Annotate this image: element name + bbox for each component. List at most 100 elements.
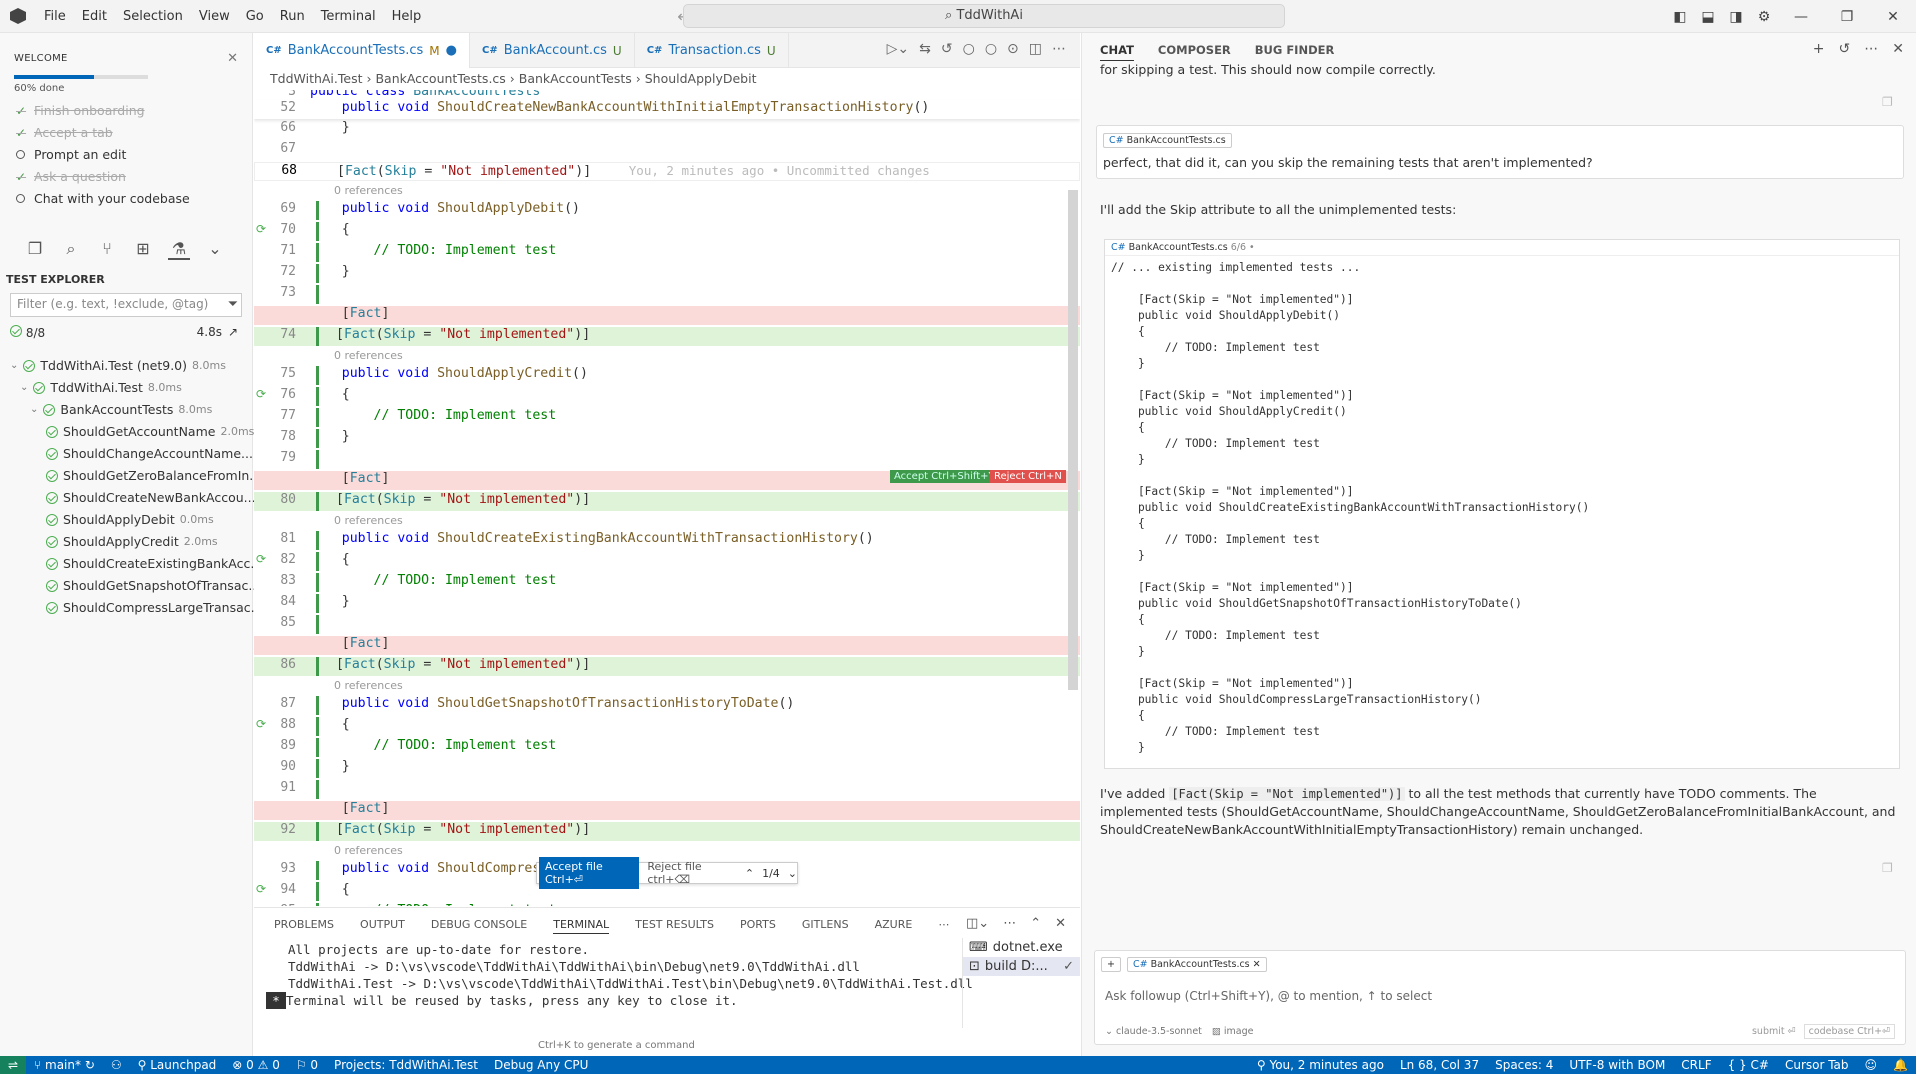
chevron-down-icon[interactable]: ⌄ [10,360,18,371]
code-line[interactable]: 81 public void ShouldCreateExistingBankA… [254,531,1080,550]
menu-help[interactable]: Help [384,0,430,33]
run-test-icon[interactable]: ⟳ [256,552,266,566]
added-line[interactable]: 74 [Fact(Skip = "Not implemented")] [254,327,1080,346]
test-tree-item[interactable]: ShouldGetAccountName 2.0ms [46,424,254,439]
maximize-panel-icon[interactable]: ⌃ [1030,916,1041,931]
code-line[interactable]: 95 // TODO: Implement test [254,903,1080,906]
code-editor[interactable]: 3 public class BankAccountTests 52 public … [254,90,1080,906]
test-tree-item[interactable]: ShouldChangeAccountName... [46,446,253,461]
run-icon[interactable]: ▷⌄ [887,41,910,57]
feedback-icon[interactable]: ☺ [1857,1058,1886,1072]
chat-input-placeholder[interactable]: Ask followup (Ctrl+Shift+Y), @ to mentio… [1105,989,1432,1003]
close-icon[interactable]: ✕ [1892,41,1904,57]
testing-flask-icon[interactable]: ⚗ [168,239,190,260]
run-test-icon[interactable]: ⟳ [256,222,266,236]
run-test-icon[interactable]: ⟳ [256,387,266,401]
tab-bug-finder[interactable]: BUG FINDER [1255,43,1335,61]
run-test-icon[interactable]: ⟳ [256,882,266,896]
close-window-icon[interactable]: ✕ [1870,9,1916,25]
cursor-position[interactable]: Ln 68, Col 37 [1392,1058,1487,1072]
onboarding-item[interactable]: Chat with your codebase [16,191,190,206]
close-panel-icon[interactable]: ✕ [1055,916,1066,931]
breadcrumb-item[interactable]: ShouldApplyDebit [645,71,757,86]
test-tree-item[interactable]: ⌄ BankAccountTests 8.0ms [30,402,212,417]
code-line[interactable]: 79 [254,450,1080,469]
split-terminal-icon[interactable]: ◫⌄ [966,916,989,931]
code-line[interactable]: 66 } [254,120,1080,139]
menu-edit[interactable]: Edit [74,0,115,33]
source-control-icon[interactable]: ⑂ [96,239,118,260]
history-icon[interactable]: ↺ [1839,41,1851,57]
toggle-secondary-sidebar-icon[interactable]: ◨ [1722,9,1750,25]
previous-change-icon[interactable]: ○ [963,41,975,57]
test-tree-item[interactable]: ShouldApplyDebit 0.0ms [46,512,214,527]
breadcrumb-item[interactable]: BankAccountTests.cs [375,71,505,86]
test-tree-item[interactable]: ShouldGetZeroBalanceFromIn... [46,468,261,483]
test-tree-item[interactable]: ShouldCreateExistingBankAcc... [46,556,262,571]
ports-count[interactable]: ⚐ 0 [288,1058,326,1072]
project-selector[interactable]: Projects: TddWithAi.Test [326,1058,486,1072]
code-line[interactable]: 87 public void ShouldGetSnapshotOfTransa… [254,696,1080,715]
editor-scrollbar[interactable] [1068,190,1078,690]
image-attach-button[interactable]: ▨ image [1212,1026,1254,1037]
more-actions-icon[interactable]: ⋯ [1052,41,1066,57]
code-line[interactable]: 83 // TODO: Implement test [254,573,1080,592]
panel-tab[interactable]: TEST RESULTS [635,918,714,934]
code-line[interactable]: 88 {⟳ [254,717,1080,736]
minimize-icon[interactable]: — [1778,9,1824,25]
copy-icon[interactable]: ❐ [1882,861,1893,875]
chevron-down-icon[interactable]: ⌄ [20,382,28,393]
menu-file[interactable]: File [36,0,74,33]
codelens-references[interactable]: 0 references [254,348,1080,364]
notifications-icon[interactable]: 🔔 [1885,1058,1916,1072]
code-line[interactable]: 89 // TODO: Implement test [254,738,1080,757]
toggle-panel-icon[interactable]: ⬓ [1694,9,1722,25]
breadcrumb-item[interactable]: TddWithAi.Test [270,71,363,86]
line-ending[interactable]: CRLF [1673,1058,1719,1072]
chat-input-box[interactable]: + C# BankAccountTests.cs ✕ Ask followup (C… [1094,950,1906,1045]
code-line[interactable]: 69 public void ShouldApplyDebit() [254,201,1080,220]
tab-bankaccounttests[interactable]: C# BankAccountTests.cs M ● [254,33,470,68]
launchpad-item[interactable]: ⚲ Launchpad [130,1058,225,1072]
onboarding-item[interactable]: Prompt an edit [16,147,126,162]
added-line[interactable]: 86 [Fact(Skip = "Not implemented")] [254,657,1080,676]
code-line[interactable]: 72 } [254,264,1080,283]
chevron-down-icon[interactable]: ⌄ [204,239,226,260]
sticky-scroll-line[interactable]: 52 public void ShouldCreateNewBankAccoun… [254,100,1080,119]
panel-tab[interactable]: TERMINAL [553,918,610,934]
codelens-references[interactable]: 0 references [254,183,1080,199]
test-tree-item[interactable]: ShouldCompressLargeTransac... [46,600,263,615]
test-tree-item[interactable]: ⌄ TddWithAi.Test 8.0ms [20,380,182,395]
code-line[interactable]: 77 // TODO: Implement test [254,408,1080,427]
terminal-output[interactable]: All projects are up-to-date for restore.… [266,941,973,1009]
code-line[interactable]: 78 } [254,429,1080,448]
added-line[interactable]: 92 [Fact(Skip = "Not implemented")] [254,822,1080,841]
problems-count[interactable]: ⊗ 0 ⚠ 0 [224,1058,288,1072]
code-line[interactable]: 73 [254,285,1080,304]
gear-icon[interactable]: ⚙ [1750,9,1778,25]
code-line[interactable]: 85 [254,615,1080,634]
code-line[interactable]: 68 [Fact(Skip = "Not implemented")] You, … [254,162,1080,181]
encoding[interactable]: UTF-8 with BOM [1561,1058,1673,1072]
panel-tab[interactable]: PORTS [740,918,776,934]
accept-file-button[interactable]: Accept file Ctrl+⏎ [539,857,640,889]
inline-reject-button[interactable]: Reject Ctrl+N [990,470,1066,483]
code-line[interactable]: 84 } [254,594,1080,613]
menu-selection[interactable]: Selection [115,0,191,33]
unsaved-dot-icon[interactable]: ● [446,43,457,58]
panel-tab[interactable]: AZURE [875,918,913,934]
onboarding-item[interactable]: ✓ Accept a tab [16,125,113,140]
deleted-line[interactable]: [Fact] [254,636,1080,655]
more-actions-icon[interactable]: ⋯ [1864,41,1878,57]
codebase-button[interactable]: codebase Ctrl+⏎ [1803,1024,1895,1039]
extensions-icon[interactable]: ⊞ [132,239,154,260]
toggle-primary-sidebar-icon[interactable]: ◧ [1666,9,1694,25]
added-line[interactable]: 80 [Fact(Skip = "Not implemented")] [254,492,1080,511]
code-line[interactable]: 76 {⟳ [254,387,1080,406]
search-icon[interactable]: ⌕ [60,239,82,260]
close-icon[interactable]: ✕ [227,51,238,66]
language-mode[interactable]: { } C# [1720,1058,1777,1072]
panel-tab[interactable]: GITLENS [802,918,849,934]
tab-chat[interactable]: CHAT [1100,43,1134,61]
cursor-tab-status[interactable]: Cursor Tab [1777,1058,1857,1072]
